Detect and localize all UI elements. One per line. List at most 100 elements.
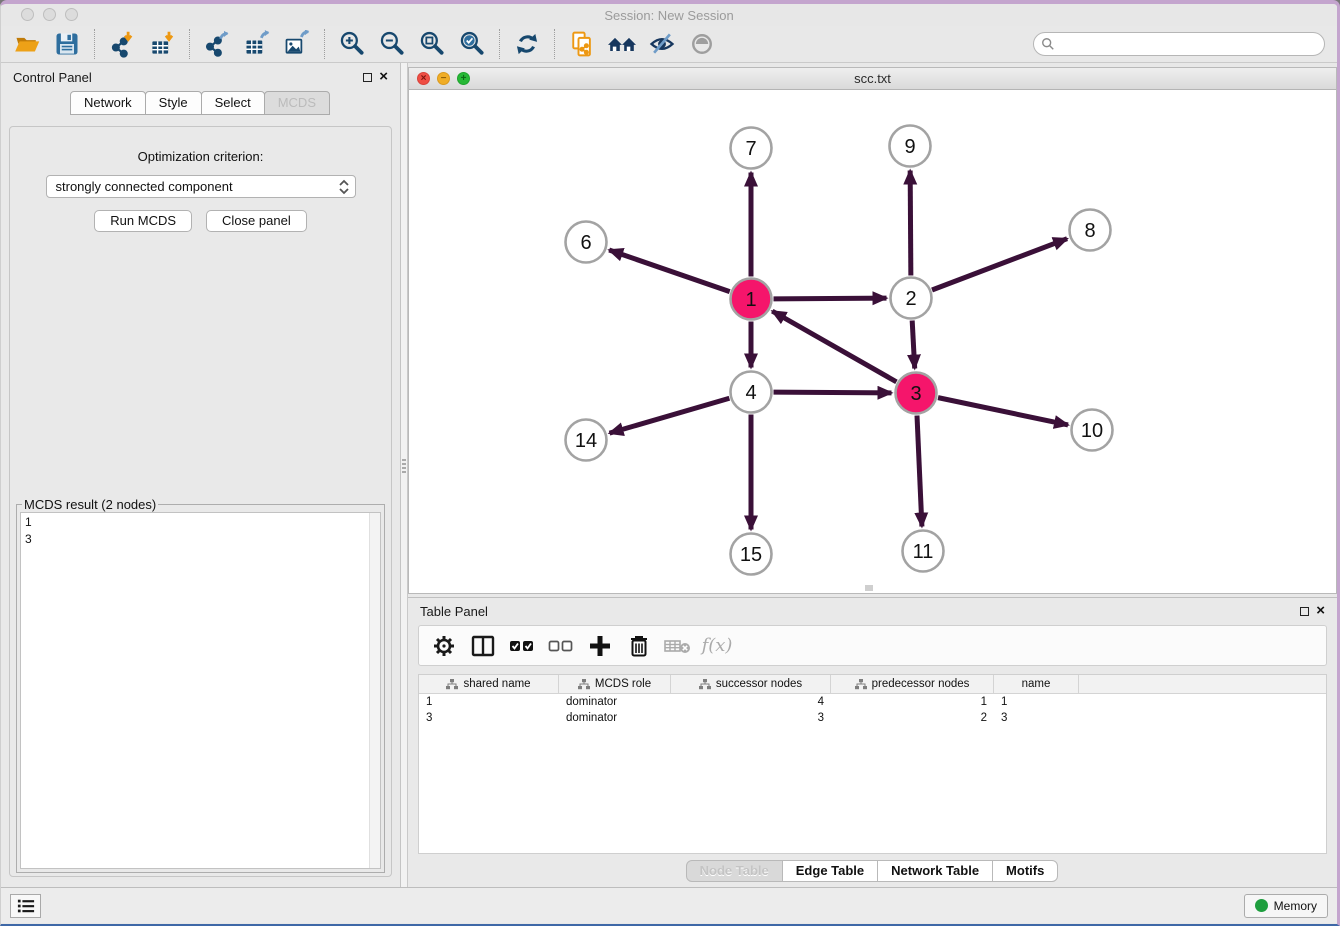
open-session-button[interactable]: [7, 28, 47, 60]
search-icon: [1041, 37, 1055, 51]
graph-node-11[interactable]: 11: [903, 531, 944, 572]
column-header-predecessor-nodes[interactable]: predecessor nodes: [831, 675, 994, 693]
svg-text:2: 2: [905, 288, 916, 310]
svg-text:15: 15: [740, 544, 762, 566]
tab-select[interactable]: Select: [201, 91, 265, 115]
graph-edge-3-1[interactable]: [772, 311, 896, 382]
zoom-window-button[interactable]: [65, 8, 78, 21]
zoom-selected-button[interactable]: [452, 28, 492, 60]
column-header-name[interactable]: name: [994, 675, 1079, 693]
divider-grip-icon[interactable]: [402, 459, 406, 475]
graph-node-15[interactable]: 15: [731, 534, 772, 575]
graph-edge-4-3[interactable]: [773, 392, 891, 393]
graph-node-3[interactable]: 3: [896, 373, 937, 414]
memory-button[interactable]: Memory: [1244, 894, 1328, 918]
run-mcds-button[interactable]: Run MCDS: [94, 210, 192, 232]
network-minimize-button[interactable]: −: [437, 72, 450, 85]
graph-edge-2-3[interactable]: [912, 320, 915, 368]
close-window-button[interactable]: [21, 8, 34, 21]
unchecked-checkboxes-icon: [548, 634, 574, 658]
network-graph[interactable]: 7 9 6 8 1 2 4 3 14 10 15 11: [409, 90, 1334, 593]
graph-node-14[interactable]: 14: [566, 420, 607, 461]
create-column-button[interactable]: [585, 631, 615, 661]
save-session-button[interactable]: [47, 28, 87, 60]
dropdown-stepper-icon: [337, 179, 351, 195]
column-header-shared-name[interactable]: shared name: [419, 675, 559, 693]
import-network-button[interactable]: [102, 28, 142, 60]
hide-selected-button[interactable]: [642, 28, 682, 60]
tab-network[interactable]: Network: [70, 91, 146, 115]
result-scrollbar[interactable]: [369, 513, 380, 868]
import-table-button[interactable]: [142, 28, 182, 60]
float-panel-icon[interactable]: [363, 73, 372, 82]
select-all-button[interactable]: [507, 631, 537, 661]
close-panel-icon[interactable]: ×: [1316, 606, 1325, 616]
graph-node-7[interactable]: 7: [731, 128, 772, 169]
graph-edge-2-9[interactable]: [910, 170, 911, 275]
table-row[interactable]: 3dominator323: [419, 710, 1326, 726]
new-network-from-selection-button[interactable]: [562, 28, 602, 60]
minimize-window-button[interactable]: [43, 8, 56, 21]
tab-motifs[interactable]: Motifs: [992, 860, 1058, 882]
zoom-in-button[interactable]: [332, 28, 372, 60]
export-network-button[interactable]: [197, 28, 237, 60]
close-panel-icon[interactable]: ×: [379, 72, 388, 82]
window-controls[interactable]: [21, 8, 78, 21]
graph-edge-4-14[interactable]: [610, 398, 730, 433]
table-toolbar: f(x): [418, 625, 1327, 666]
canvas-scroll-thumb[interactable]: [865, 585, 873, 591]
graph-node-2[interactable]: 2: [891, 278, 932, 319]
network-canvas[interactable]: 7 9 6 8 1 2 4 3 14 10 15 11: [409, 90, 1336, 593]
node-table[interactable]: shared nameMCDS role successor nodes prede…: [418, 674, 1327, 854]
float-panel-icon[interactable]: [1300, 607, 1309, 616]
zoom-out-button[interactable]: [372, 28, 412, 60]
mcds-result-text[interactable]: 1 3: [20, 512, 381, 869]
tab-edge-table[interactable]: Edge Table: [782, 860, 878, 882]
graph-edge-3-11[interactable]: [917, 415, 922, 526]
close-panel-button[interactable]: Close panel: [206, 210, 307, 232]
apply-layout-button[interactable]: [507, 28, 547, 60]
search-input[interactable]: [1059, 37, 1324, 51]
column-settings-button[interactable]: [429, 631, 459, 661]
optimization-criterion-select[interactable]: strongly connected component: [46, 175, 356, 198]
column-header-MCDS-role[interactable]: MCDS role: [559, 675, 671, 693]
column-header-successor-nodes[interactable]: successor nodes: [671, 675, 831, 693]
tab-mcds[interactable]: MCDS: [264, 91, 330, 115]
table-row[interactable]: 1dominator411: [419, 694, 1326, 710]
graph-edge-2-8[interactable]: [932, 239, 1067, 290]
graph-edge-1-2[interactable]: [773, 298, 886, 299]
trash-icon: [628, 634, 650, 658]
task-history-button[interactable]: [10, 894, 41, 918]
export-table-button[interactable]: [237, 28, 277, 60]
tab-style[interactable]: Style: [145, 91, 202, 115]
zoom-fit-button[interactable]: [412, 28, 452, 60]
graph-node-6[interactable]: 6: [566, 222, 607, 263]
deselect-all-button[interactable]: [546, 631, 576, 661]
graph-node-10[interactable]: 10: [1072, 410, 1113, 451]
column-header-label: successor nodes: [716, 678, 802, 690]
eye-icon: [687, 30, 717, 58]
list-icon: [16, 897, 36, 915]
graph-node-4[interactable]: 4: [731, 372, 772, 413]
network-overview-button[interactable]: [602, 28, 642, 60]
network-close-button[interactable]: ×: [417, 72, 430, 85]
svg-text:7: 7: [745, 138, 756, 160]
network-maximize-button[interactable]: +: [457, 72, 470, 85]
tab-network-table[interactable]: Network Table: [877, 860, 993, 882]
toggle-panel-layout-button[interactable]: [468, 631, 498, 661]
tab-node-table[interactable]: Node Table: [686, 860, 783, 882]
table-cell: 1: [831, 696, 994, 708]
delete-column-button[interactable]: [624, 631, 654, 661]
graph-edge-1-6[interactable]: [609, 250, 730, 292]
graph-node-8[interactable]: 8: [1070, 210, 1111, 251]
graph-node-1[interactable]: 1: [731, 279, 772, 320]
search-box[interactable]: [1033, 32, 1325, 56]
toolbar-separator: [499, 29, 500, 59]
graph-edge-3-10[interactable]: [938, 398, 1068, 425]
panel-divider[interactable]: [400, 63, 408, 887]
export-image-button[interactable]: [277, 28, 317, 60]
zoom-in-icon: [337, 30, 367, 58]
graph-node-9[interactable]: 9: [890, 126, 931, 167]
show-hidden-button[interactable]: [682, 28, 722, 60]
hierarchy-icon: [578, 679, 590, 690]
